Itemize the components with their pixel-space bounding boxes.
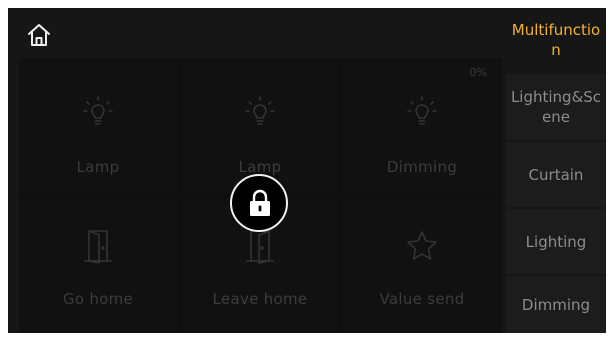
- tile-label: Go home: [62, 290, 134, 308]
- category-sidebar: Multifunction Lighting&Scene Curtain Lig…: [506, 8, 606, 333]
- sidebar-item-dimming[interactable]: Dimming: [506, 276, 606, 333]
- tile-lamp-1[interactable]: Lamp: [19, 58, 177, 193]
- tile-label: Value send: [379, 290, 465, 308]
- bulb-icon: [402, 91, 442, 131]
- sidebar-item-multifunction[interactable]: Multifunction: [506, 8, 606, 72]
- tile-label: Dimming: [386, 158, 458, 176]
- bulb-icon: [78, 91, 118, 131]
- sidebar-item-label: Multifunction: [511, 21, 601, 59]
- tile-dimming[interactable]: 0% Dimming: [343, 58, 501, 193]
- tile-label: Lamp: [76, 158, 120, 176]
- home-icon: [28, 24, 50, 46]
- sidebar-item-lighting[interactable]: Lighting: [506, 209, 606, 274]
- device-panel: Lamp Lamp 0% Dimming Go home Leave home …: [8, 8, 606, 333]
- sidebar-item-label: Dimming: [521, 295, 591, 314]
- sidebar-item-label: Lighting: [525, 232, 587, 251]
- top-bar: [8, 8, 506, 58]
- sidebar-item-label: Curtain: [528, 165, 584, 184]
- lock-button[interactable]: [230, 174, 288, 232]
- lock-icon: [250, 189, 270, 216]
- door-icon: [240, 226, 280, 266]
- tile-lamp-2[interactable]: Lamp: [181, 58, 339, 193]
- tile-value-send[interactable]: Value send: [343, 198, 501, 333]
- sidebar-item-label: Lighting&Scene: [510, 88, 602, 126]
- tile-label: Leave home: [212, 290, 308, 308]
- bulb-icon: [240, 91, 280, 131]
- door-icon: [78, 226, 118, 266]
- dimming-percent: 0%: [469, 66, 487, 79]
- home-button[interactable]: [26, 22, 52, 48]
- tile-go-home[interactable]: Go home: [19, 198, 177, 333]
- star-icon: [402, 226, 442, 266]
- sidebar-item-curtain[interactable]: Curtain: [506, 142, 606, 207]
- sidebar-item-lighting-scene[interactable]: Lighting&Scene: [506, 74, 606, 140]
